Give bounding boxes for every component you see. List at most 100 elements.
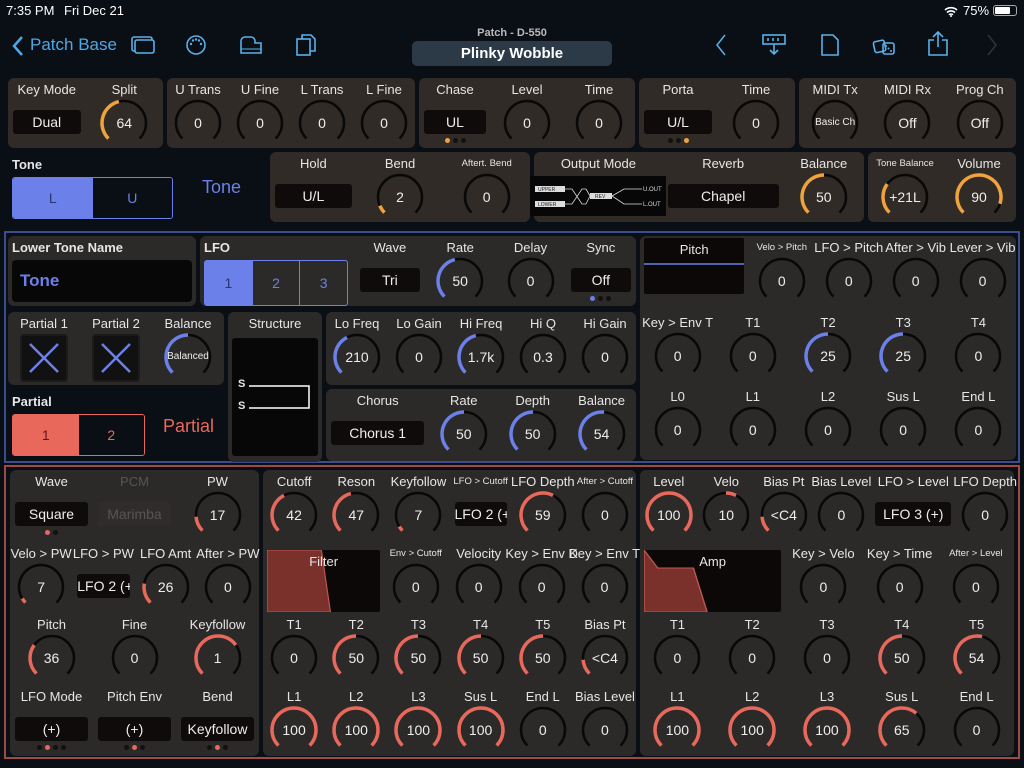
knob-control[interactable]: 0 (235, 98, 285, 148)
knob-control[interactable]: 100 (652, 705, 702, 755)
select-wave[interactable]: Wave Tri (355, 236, 425, 292)
knob-l2[interactable]: L2 100 (325, 685, 387, 755)
knob-l0[interactable]: L0 0 (640, 385, 715, 455)
knob-control[interactable]: 0 (462, 172, 512, 222)
select-bend[interactable]: Bend Keyfollow (176, 685, 259, 750)
knob-control[interactable]: 25 (803, 331, 853, 381)
midi-port-icon[interactable] (185, 34, 207, 56)
knob-rate[interactable]: Rate 50 (425, 236, 495, 306)
knob-sus-l[interactable]: Sus L 0 (866, 385, 941, 455)
partial-mute-toggle[interactable] (20, 334, 68, 382)
knob-end-l[interactable]: End L 0 (941, 385, 1016, 455)
knob-l1[interactable]: L1 100 (263, 685, 325, 755)
knob-control[interactable]: 0 (891, 256, 941, 306)
page-dots[interactable] (667, 138, 689, 143)
knob-control[interactable]: 0 (269, 633, 319, 683)
knob-end-l[interactable]: End L 0 (939, 685, 1014, 755)
knob-control[interactable]: 64 (99, 98, 149, 148)
knob-t4[interactable]: T4 50 (864, 613, 939, 683)
knob-after-pw[interactable]: After > PW 0 (196, 542, 259, 612)
knob-control[interactable]: 0.3 (518, 332, 568, 382)
knob-t3[interactable]: T3 50 (387, 613, 449, 683)
keyboard-download-icon[interactable] (762, 33, 786, 57)
select-chorus[interactable]: Chorus Chorus 1 (326, 389, 429, 445)
knob-control[interactable]: 0 (502, 98, 552, 148)
control-partial-1[interactable]: Partial 1 (8, 312, 80, 382)
page-dots[interactable] (207, 744, 228, 750)
knob-control[interactable]: 25 (878, 331, 928, 381)
knob-control[interactable]: 100 (644, 490, 694, 540)
knob-t4[interactable]: T4 50 (450, 613, 512, 683)
knob-control[interactable]: Off (955, 98, 1005, 148)
knob-balance[interactable]: Balance 54 (567, 389, 636, 459)
select-value[interactable]: Dual (13, 110, 81, 134)
knob-t5[interactable]: T5 50 (512, 613, 574, 683)
select-pitch-env[interactable]: Pitch Env (+) (93, 685, 176, 750)
knob-l2[interactable]: L2 0 (790, 385, 865, 455)
knob-prog-ch[interactable]: Prog Ch Off (944, 78, 1016, 148)
knob-control[interactable]: <C4 (759, 490, 809, 540)
knob-control[interactable]: 59 (518, 490, 568, 540)
page-dot[interactable] (452, 138, 458, 143)
back-chevron-icon[interactable] (11, 35, 25, 62)
knob-midi-rx[interactable]: MIDI Rx Off (871, 78, 943, 148)
knob-control[interactable]: 54 (577, 409, 627, 459)
knob-u-trans[interactable]: U Trans 0 (167, 78, 229, 148)
knob-control[interactable]: 7 (393, 490, 443, 540)
knob-control[interactable]: 0 (517, 562, 567, 612)
knob-control[interactable]: 0 (878, 405, 928, 455)
select-value[interactable]: (+) (98, 716, 171, 741)
knob-t5[interactable]: T5 54 (939, 613, 1014, 683)
knob-l-trans[interactable]: L Trans 0 (291, 78, 353, 148)
page-dots[interactable] (124, 744, 145, 750)
knob-control[interactable]: 0 (580, 562, 630, 612)
knob-split[interactable]: Split 64 (86, 78, 164, 148)
select-chase[interactable]: Chase UL (419, 78, 491, 143)
knob-reson[interactable]: Reson 47 (325, 470, 387, 540)
knob-end-l[interactable]: End L 0 (512, 685, 574, 755)
knob-t1[interactable]: T1 0 (263, 613, 325, 683)
previous-chevron-icon[interactable] (714, 33, 728, 57)
knob-key-time[interactable]: Key > Time 0 (862, 542, 938, 612)
knob-balance[interactable]: Balance Balanced (152, 312, 224, 382)
page-dot[interactable] (45, 530, 50, 535)
copy-document-icon[interactable] (295, 33, 317, 57)
knob-lfo-depth[interactable]: LFO Depth 0 (953, 470, 1017, 540)
knob-control[interactable]: 0 (173, 98, 223, 148)
knob-delay[interactable]: Delay 0 (495, 236, 565, 306)
knob-control[interactable]: 0 (580, 490, 630, 540)
knob-control[interactable]: 100 (456, 705, 506, 755)
knob-control[interactable]: 0 (731, 98, 781, 148)
knob-bias-level[interactable]: Bias Level 0 (811, 470, 871, 540)
lfo-option-3[interactable]: 3 (299, 261, 347, 305)
knob-control[interactable]: 0 (394, 332, 444, 382)
knob-control[interactable]: 100 (727, 705, 777, 755)
knob-control[interactable]: 50 (331, 633, 381, 683)
knob-key-env-t[interactable]: Key > Env T 0 (640, 311, 715, 381)
control-partial-2[interactable]: Partial 2 (80, 312, 152, 382)
knob-control[interactable]: 54 (952, 633, 1002, 683)
knob-tone-balance[interactable]: Tone Balance +21L (868, 152, 942, 222)
select-value[interactable]: UL (424, 110, 486, 134)
knob-key-velo[interactable]: Key > Velo 0 (785, 542, 861, 612)
page-dot[interactable] (223, 744, 228, 750)
patch-name-button[interactable]: Plinky Wobble (412, 41, 612, 66)
knob-bend[interactable]: Bend 2 (357, 152, 444, 222)
select-value[interactable]: LFO 3 (+) (875, 502, 952, 526)
knob-control[interactable]: 0 (958, 256, 1008, 306)
page-dots[interactable] (37, 744, 66, 750)
page-dots[interactable] (590, 296, 612, 301)
knob-l-fine[interactable]: L Fine 0 (353, 78, 415, 148)
knob-l2[interactable]: L2 100 (715, 685, 790, 755)
knob-rate[interactable]: Rate 50 (429, 389, 498, 459)
piano-icon[interactable] (239, 35, 263, 55)
knob-control[interactable]: 47 (331, 490, 381, 540)
page-dot[interactable] (444, 138, 450, 143)
knob-bias-pt[interactable]: Bias Pt <C4 (755, 470, 813, 540)
knob-t2[interactable]: T2 50 (325, 613, 387, 683)
page-dots[interactable] (444, 138, 466, 143)
knob-control[interactable]: 100 (802, 705, 852, 755)
knob-control[interactable]: 100 (393, 705, 443, 755)
knob-control[interactable]: 0 (728, 405, 778, 455)
knob-t3[interactable]: T3 0 (790, 613, 865, 683)
